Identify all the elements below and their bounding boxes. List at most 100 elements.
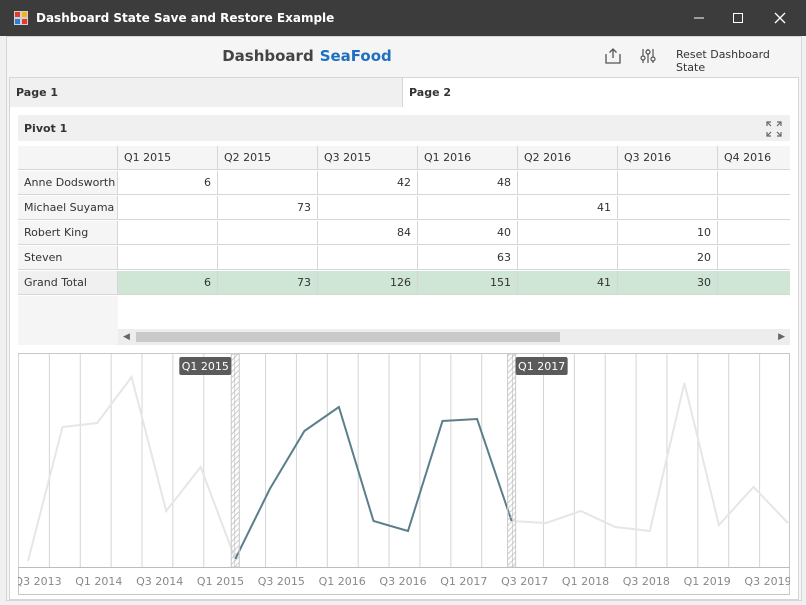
row-header[interactable]: Robert King (18, 221, 118, 245)
data-cell[interactable] (618, 171, 718, 195)
total-cell[interactable]: 6 (118, 271, 218, 295)
tab-page-1[interactable]: Page 1 (9, 77, 402, 108)
x-axis-label: Q3 2016 (379, 575, 426, 588)
column-header[interactable]: Q3 2016 (618, 146, 718, 170)
data-cell[interactable]: 10 (618, 221, 718, 245)
column-header[interactable]: Q3 2015 (318, 146, 418, 170)
data-cell[interactable] (718, 171, 790, 195)
data-cell[interactable] (218, 246, 318, 270)
row-header[interactable]: Steven Buchanan (18, 246, 118, 288)
total-cell[interactable]: 73 (218, 271, 318, 295)
dashboard-title-label: Dashboard (222, 47, 314, 65)
app-icon (14, 11, 28, 25)
total-cell[interactable]: 151 (418, 271, 518, 295)
x-axis-label: Q3 2018 (623, 575, 670, 588)
x-axis-label: Q1 2016 (319, 575, 366, 588)
dashboard-title: Dashboard SeaFood (7, 47, 607, 65)
data-cell[interactable] (518, 171, 618, 195)
column-header[interactable]: Q2 2016 (518, 146, 618, 170)
total-cell[interactable]: 30 (618, 271, 718, 295)
column-header[interactable]: Q4 2016 (718, 146, 790, 170)
data-cell[interactable] (218, 171, 318, 195)
pivot-title: Pivot 1 (24, 122, 68, 135)
total-cell[interactable] (718, 271, 790, 295)
pivot-grid: Q1 2015 Q2 2015 Q3 2015 Q1 2016 Q2 2016 … (18, 146, 790, 296)
data-cell[interactable] (518, 246, 618, 270)
x-axis-label: Q3 2019 (744, 575, 790, 588)
total-cell[interactable]: 41 (518, 271, 618, 295)
x-axis-label: Q1 2015 (197, 575, 244, 588)
data-cell[interactable]: 6 (118, 171, 218, 195)
x-axis-label: Q3 2014 (136, 575, 183, 588)
selection-end-handle[interactable] (507, 353, 517, 568)
data-cell[interactable]: 48 (418, 171, 518, 195)
column-header[interactable]: Q2 2015 (218, 146, 318, 170)
row-header[interactable]: Grand Total (18, 271, 118, 295)
x-axis-label: Q3 2015 (258, 575, 305, 588)
data-cell[interactable]: 42 (318, 171, 418, 195)
maximize-button[interactable] (717, 0, 759, 36)
data-cell[interactable]: 40 (418, 221, 518, 245)
close-icon (774, 12, 786, 24)
data-cell[interactable] (118, 221, 218, 245)
data-cell[interactable] (418, 196, 518, 220)
data-cell[interactable]: 73 (218, 196, 318, 220)
data-cell[interactable]: 63 (418, 246, 518, 270)
x-axis-label: Q1 2018 (562, 575, 609, 588)
parameters-icon[interactable] (638, 46, 658, 66)
data-cell[interactable] (118, 246, 218, 270)
title-bar: Dashboard State Save and Restore Example (0, 0, 806, 36)
table-row: Robert King 84 40 10 (18, 221, 790, 246)
data-cell[interactable]: 20 (618, 246, 718, 270)
data-cell[interactable] (718, 221, 790, 245)
scroll-right-icon[interactable]: ▶ (778, 331, 785, 342)
column-header[interactable]: Q1 2015 (118, 146, 218, 170)
x-axis-label: Q1 2014 (75, 575, 122, 588)
dashboard-frame: Dashboard SeaFood Reset Dashboard State P… (6, 36, 802, 601)
pivot-header-row: Q1 2015 Q2 2015 Q3 2015 Q1 2016 Q2 2016 … (18, 146, 790, 171)
scrollbar-thumb[interactable] (136, 332, 560, 342)
range-filter-chart[interactable]: Q1 2015 Q1 2017 Q3 2013 Q1 2014 Q3 2014 Q1 20… (18, 353, 790, 595)
minimize-button[interactable] (678, 0, 720, 36)
selection-start-handle[interactable] (230, 353, 240, 568)
scroll-left-icon[interactable]: ◀ (123, 331, 130, 342)
data-cell[interactable] (718, 196, 790, 220)
selection-start-tag-label: Q1 2015 (182, 360, 229, 373)
table-row: Steven Buchanan 63 20 (18, 246, 790, 288)
grand-total-row: Grand Total 6 73 126 151 41 30 (18, 271, 790, 296)
data-cell[interactable] (218, 221, 318, 245)
data-cell[interactable] (318, 196, 418, 220)
maximize-window-icon (733, 13, 743, 23)
row-header[interactable]: Michael Suyama (18, 196, 118, 220)
reset-dashboard-state-button[interactable]: Reset Dashboard State (676, 48, 801, 74)
table-row: Anne Dodsworth 6 42 48 (18, 171, 790, 196)
total-cell[interactable]: 126 (318, 271, 418, 295)
table-row: Michael Suyama 73 41 (18, 196, 790, 221)
horizontal-scrollbar[interactable]: ◀ ▶ (118, 329, 790, 345)
export-icon[interactable] (603, 46, 623, 66)
data-cell[interactable]: 41 (518, 196, 618, 220)
x-axis-label: Q1 2019 (684, 575, 731, 588)
data-cell[interactable]: 84 (318, 221, 418, 245)
tab-label: Page 2 (409, 86, 452, 99)
window-title: Dashboard State Save and Restore Example (36, 11, 335, 25)
pivot-row-area-blank (18, 296, 118, 345)
tab-label: Page 1 (16, 86, 59, 99)
dashboard-title-name: SeaFood (319, 47, 392, 65)
x-axis-label: Q3 2017 (501, 575, 548, 588)
tab-page-2[interactable]: Page 2 (402, 77, 799, 107)
selection-end-tag-label: Q1 2017 (518, 360, 565, 373)
data-cell[interactable] (318, 246, 418, 270)
close-button[interactable] (759, 0, 801, 36)
row-header[interactable]: Anne Dodsworth (18, 171, 118, 195)
data-cell[interactable] (718, 246, 790, 270)
page-content: Pivot 1 Q1 2015 Q2 2015 Q3 2015 Q1 2016 … (9, 107, 799, 600)
data-cell[interactable] (118, 196, 218, 220)
column-header[interactable]: Q1 2016 (418, 146, 518, 170)
data-cell[interactable] (518, 221, 618, 245)
data-cell[interactable] (618, 196, 718, 220)
pivot-corner-cell (18, 146, 118, 170)
page-tabs: Page 1 Page 2 (9, 77, 799, 108)
dashboard-header: Dashboard SeaFood Reset Dashboard State (7, 37, 801, 75)
maximize-icon[interactable] (766, 121, 782, 137)
